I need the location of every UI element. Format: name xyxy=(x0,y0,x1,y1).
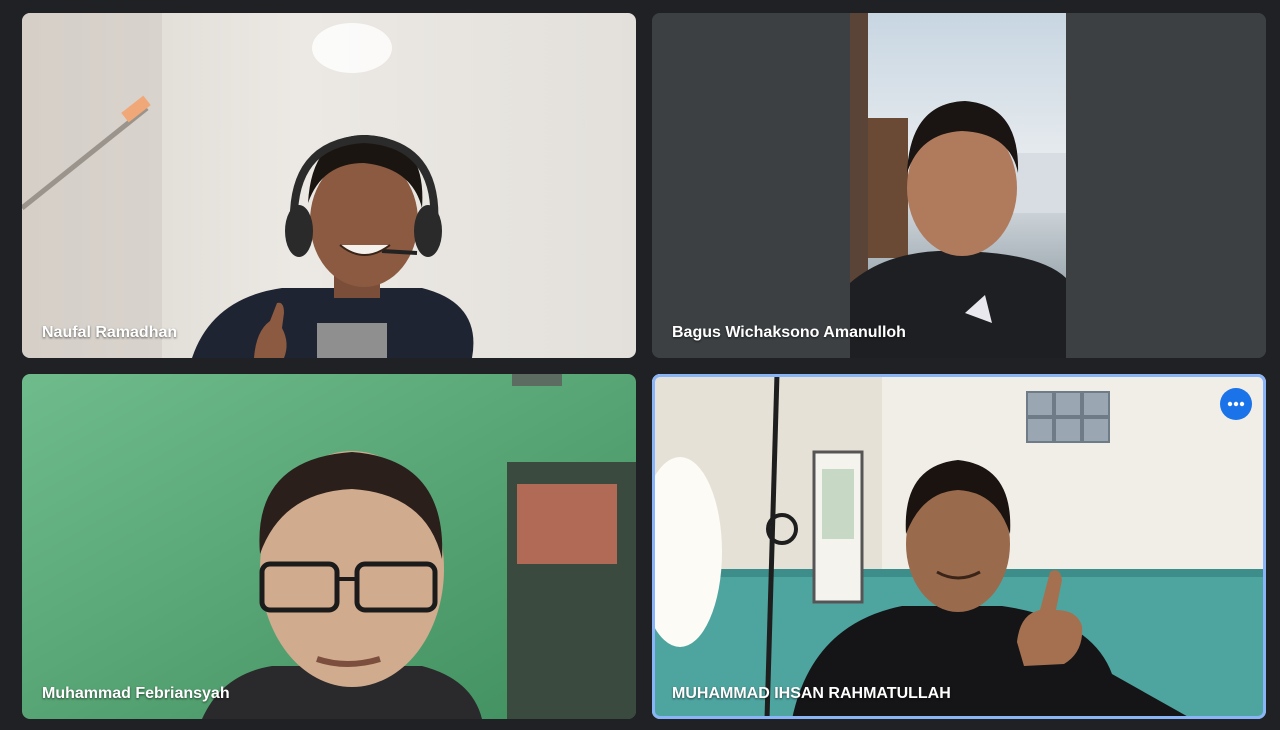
video-grid: Naufal Ramadhan Bagus Wichaksono Amanull… xyxy=(0,0,1280,730)
participant-tile-muhammad-ihsan[interactable]: MUHAMMAD IHSAN RAHMATULLAH xyxy=(652,374,1266,719)
participant-name: MUHAMMAD IHSAN RAHMATULLAH xyxy=(672,685,951,702)
participant-tile-muhammad-febriansyah[interactable]: Muhammad Febriansyah xyxy=(22,374,636,719)
participant-video xyxy=(22,374,636,719)
participant-name: Muhammad Febriansyah xyxy=(42,685,230,702)
participant-name: Bagus Wichaksono Amanulloh xyxy=(672,324,906,341)
participant-tile-bagus[interactable]: Bagus Wichaksono Amanulloh xyxy=(652,13,1266,358)
participant-video xyxy=(652,374,1266,719)
participant-video xyxy=(22,13,636,358)
participant-video xyxy=(652,13,1266,358)
more-options-icon xyxy=(1227,401,1245,407)
participant-tile-naufal[interactable]: Naufal Ramadhan xyxy=(22,13,636,358)
more-options-button[interactable] xyxy=(1220,388,1252,420)
participant-name: Naufal Ramadhan xyxy=(42,324,178,341)
